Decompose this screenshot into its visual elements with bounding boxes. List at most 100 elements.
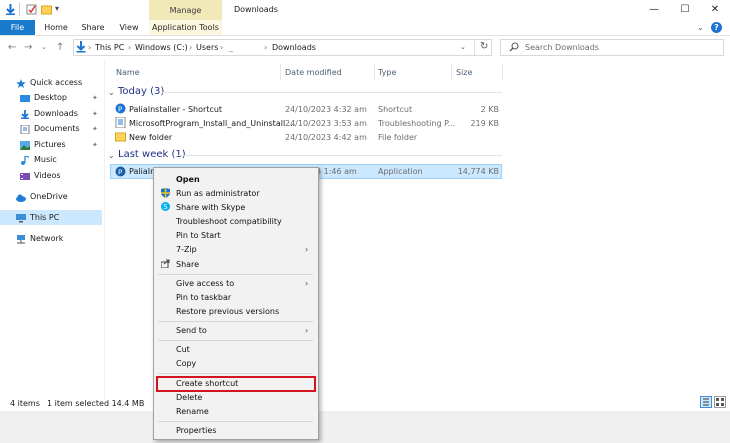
menu-item-share[interactable]: Share — [176, 260, 199, 269]
menu-item-cut[interactable]: Cut — [176, 345, 190, 354]
menu-item-restore-previous-versions[interactable]: Restore previous versions — [176, 307, 279, 316]
breadcrumb-windows-c[interactable]: Windows (C:) — [135, 43, 188, 52]
menu-item-send-to[interactable]: Send to — [176, 326, 207, 335]
menu-item-create-shortcut[interactable]: Create shortcut — [176, 379, 238, 388]
breadcrumb-separator-icon[interactable]: › — [88, 43, 91, 52]
menu-item-open[interactable]: Open — [176, 175, 200, 184]
sidebar-item-label: Downloads — [34, 109, 78, 118]
table-row-name[interactable]: New folder — [129, 133, 172, 142]
cloud-icon — [16, 192, 26, 202]
large-icons-view-icon[interactable] — [714, 396, 726, 408]
manage-tab[interactable]: Manage — [149, 0, 222, 20]
pin-icon[interactable]: ✦ — [92, 125, 98, 133]
column-header-date[interactable]: Date modified — [285, 68, 342, 77]
menu-item-troubleshoot-compatibility[interactable]: Troubleshoot compatibility — [176, 217, 282, 226]
table-row-date: 3 1:46 am — [316, 167, 357, 176]
properties-icon[interactable] — [26, 4, 37, 15]
address-dropdown-icon[interactable]: ⌄ — [460, 43, 466, 51]
maximize-button[interactable]: ☐ — [670, 0, 700, 20]
recent-locations-icon[interactable]: ⌄ — [41, 43, 47, 51]
up-arrow-icon[interactable]: ↑ — [56, 42, 64, 53]
breadcrumb-this-pc[interactable]: This PC — [95, 43, 124, 52]
sidebar-item-label: This PC — [30, 213, 60, 222]
skype-icon: S — [161, 202, 170, 213]
pin-icon[interactable]: ✦ — [92, 110, 98, 118]
forward-arrow-icon[interactable]: → — [24, 42, 32, 53]
submenu-arrow-icon: › — [305, 279, 309, 288]
menu-item-share-with-skype[interactable]: Share with Skype — [176, 203, 245, 212]
taskbar-area — [0, 411, 730, 443]
sidebar-item-videos[interactable]: Videos — [20, 168, 61, 183]
tab-share[interactable]: Share — [78, 20, 108, 35]
breadcrumb-user-folder[interactable]: _ — [229, 43, 233, 52]
manage-label: Manage — [169, 6, 202, 15]
breadcrumb-separator-icon[interactable]: › — [220, 43, 223, 52]
column-divider[interactable] — [280, 64, 281, 80]
download-location-icon — [76, 41, 86, 55]
sidebar-item-label: Quick access — [30, 78, 83, 87]
details-view-icon[interactable] — [700, 396, 712, 408]
menu-item-copy[interactable]: Copy — [176, 359, 196, 368]
sidebar-item-network[interactable]: Network — [16, 231, 63, 246]
breadcrumb-users[interactable]: Users — [196, 43, 218, 52]
ribbon-expand-icon[interactable]: ⌄ — [697, 23, 704, 32]
collapse-group-icon[interactable]: ⌄ — [108, 88, 115, 97]
back-arrow-icon[interactable]: ← — [8, 42, 16, 53]
menu-item-pin-to-taskbar[interactable]: Pin to taskbar — [176, 293, 231, 302]
tab-application-tools[interactable]: Application Tools — [149, 20, 222, 35]
sidebar-item-desktop[interactable]: Desktop — [20, 90, 67, 105]
column-divider[interactable] — [502, 64, 503, 80]
sidebar-item-documents[interactable]: Documents — [20, 121, 80, 136]
table-row-name[interactable]: PaliaInstaller - Shortcut — [129, 105, 222, 114]
tab-home[interactable]: Home — [40, 20, 72, 35]
refresh-icon[interactable]: ↻ — [480, 41, 488, 52]
tab-file[interactable]: File — [0, 20, 35, 35]
customize-qat-icon[interactable]: ▾ — [55, 4, 59, 13]
sidebar-item-downloads[interactable]: Downloads — [20, 106, 78, 121]
minimize-button[interactable]: — — [639, 0, 669, 20]
menu-item-rename[interactable]: Rename — [176, 407, 209, 416]
tab-view[interactable]: View — [114, 20, 144, 35]
breadcrumb-separator-icon[interactable]: › — [189, 43, 192, 52]
table-row-type: Shortcut — [378, 105, 413, 114]
pin-icon[interactable]: ✦ — [92, 94, 98, 102]
status-selection: 1 item selected 14.4 MB — [47, 399, 145, 408]
pin-icon[interactable]: ✦ — [92, 141, 98, 149]
pane-divider[interactable] — [104, 60, 105, 400]
breadcrumb-separator-icon[interactable]: › — [128, 43, 131, 52]
column-header-type[interactable]: Type — [378, 68, 396, 77]
breadcrumb-downloads[interactable]: Downloads — [272, 43, 316, 52]
table-row-name[interactable]: MicrosoftProgram_Install_and_Uninstall..… — [129, 119, 295, 128]
column-header-name[interactable]: Name — [116, 68, 140, 77]
menu-item-give-access-to[interactable]: Give access to — [176, 279, 234, 288]
column-divider[interactable] — [451, 64, 452, 80]
table-row-date: 24/10/2023 3:53 am — [285, 119, 367, 128]
group-header-last-week[interactable]: Last week (1) — [118, 149, 186, 160]
breadcrumb-separator-icon[interactable]: › — [264, 43, 267, 52]
sidebar-item-quick-access[interactable]: Quick access — [16, 75, 82, 90]
shield-icon — [161, 188, 170, 200]
search-placeholder: Search Downloads — [525, 43, 599, 52]
table-row-size: 2 KB — [480, 105, 499, 114]
group-divider — [178, 155, 502, 156]
table-row-size: 219 KB — [470, 119, 499, 128]
sidebar-item-pictures[interactable]: Pictures — [20, 137, 66, 152]
column-header-size[interactable]: Size — [456, 68, 472, 77]
close-button[interactable]: ✕ — [700, 0, 730, 20]
collapse-group-icon[interactable]: ⌄ — [108, 151, 115, 160]
menu-item-run-as-administrator[interactable]: Run as administrator — [176, 189, 260, 198]
menu-item-properties[interactable]: Properties — [176, 426, 216, 435]
group-header-today[interactable]: Today (3) — [118, 86, 164, 97]
menu-separator — [158, 321, 313, 322]
sidebar-item-this-pc[interactable]: This PC — [16, 210, 59, 225]
menu-item-delete[interactable]: Delete — [176, 393, 202, 402]
download-icon[interactable] — [5, 4, 16, 15]
menu-item-pin-to-start[interactable]: Pin to Start — [176, 231, 221, 240]
column-divider[interactable] — [374, 64, 375, 80]
help-icon[interactable]: ? — [711, 22, 722, 33]
sidebar-item-onedrive[interactable]: OneDrive — [16, 189, 68, 204]
menu-separator — [158, 421, 313, 422]
menu-item-7zip[interactable]: 7-Zip — [176, 245, 197, 254]
new-folder-icon[interactable] — [41, 4, 52, 15]
sidebar-item-music[interactable]: Music — [20, 152, 57, 167]
